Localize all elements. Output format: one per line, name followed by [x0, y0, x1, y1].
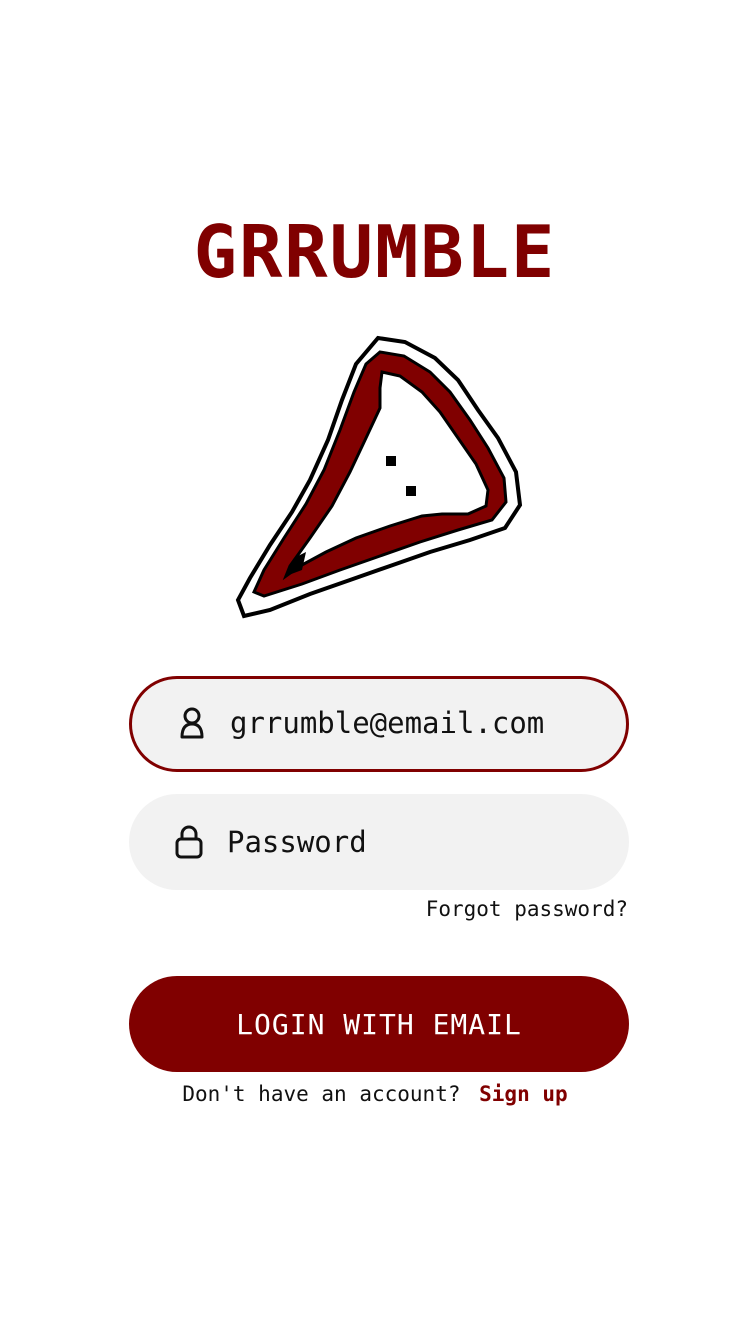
- app-title: GRRUMBLE: [193, 210, 557, 294]
- signup-prompt: Don't have an account?: [182, 1082, 461, 1106]
- email-input[interactable]: [230, 676, 596, 769]
- user-icon: [178, 706, 206, 742]
- signup-link[interactable]: Sign up: [479, 1082, 568, 1106]
- lock-icon: [175, 824, 203, 860]
- pizza-slice-icon: [230, 330, 530, 630]
- password-input[interactable]: [227, 794, 599, 890]
- signup-row: Don't have an account? Sign up: [0, 1082, 750, 1106]
- forgot-password-link[interactable]: Forgot password?: [426, 897, 628, 921]
- login-with-email-button[interactable]: LOGIN WITH EMAIL: [129, 976, 629, 1072]
- email-field[interactable]: [129, 676, 629, 772]
- password-field[interactable]: [129, 794, 629, 890]
